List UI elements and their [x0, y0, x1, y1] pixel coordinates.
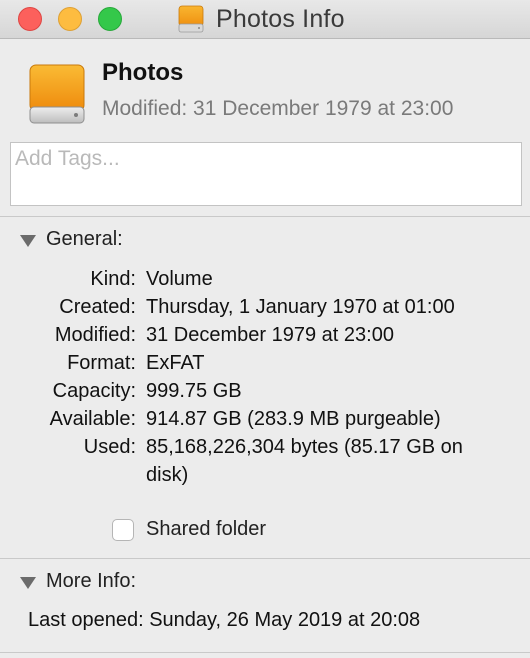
info-label: Kind: [90, 268, 136, 290]
divider [0, 216, 530, 217]
shared-folder-option[interactable]: Shared folder [112, 518, 266, 541]
orange-drive-icon [178, 5, 204, 33]
minimize-button[interactable] [58, 7, 82, 31]
more-info-heading: More Info: [46, 570, 137, 592]
info-value: 999.75 GB [146, 380, 242, 402]
disclosure-triangle-icon [20, 234, 36, 247]
info-row-used: Used: 85,168,226,304 bytes (85.17 GB on … [0, 433, 530, 489]
zoom-button[interactable] [98, 7, 122, 31]
orange-drive-icon [29, 64, 85, 124]
info-label: Created: [59, 296, 136, 318]
shared-folder-checkbox[interactable] [112, 518, 134, 541]
info-value: Thursday, 1 January 1970 at 01:00 [146, 296, 455, 318]
shared-folder-label: Shared folder [146, 518, 267, 540]
close-button[interactable] [18, 7, 42, 31]
item-name: Photos [102, 59, 184, 86]
general-heading: General: [46, 228, 123, 250]
general-info-table: Kind: Volume Created: Thursday, 1 Januar… [0, 265, 530, 489]
window-title-text: Photos Info [216, 4, 345, 33]
info-row-modified: Modified: 31 December 1979 at 23:00 [0, 321, 530, 349]
last-opened: Last opened: Sunday, 26 May 2019 at 20:0… [28, 609, 421, 631]
general-section-toggle[interactable]: General: [20, 228, 123, 251]
disclosure-triangle-icon [20, 576, 36, 589]
title-bar: Photos Info [0, 0, 530, 39]
info-value: ExFAT [146, 352, 205, 374]
window-title: Photos Info [178, 4, 345, 34]
info-label: Modified: [54, 324, 136, 346]
info-row-format: Format: ExFAT [0, 349, 530, 377]
info-label: Available: [49, 408, 136, 430]
divider [0, 558, 530, 559]
info-value: 914.87 GB (283.9 MB purgeable) [146, 408, 441, 430]
info-row-kind: Kind: Volume [0, 265, 530, 293]
info-label: Capacity: [52, 380, 136, 402]
info-row-available: Available: 914.87 GB (283.9 MB purgeable… [0, 405, 530, 433]
header-modified: Modified: 31 December 1979 at 23:00 [102, 97, 454, 120]
more-info-section-toggle[interactable]: More Info: [20, 570, 136, 593]
info-window: Photos Info Photos Modified: 31 December… [0, 0, 530, 658]
info-label: Used: [83, 436, 136, 458]
info-row-created: Created: Thursday, 1 January 1970 at 01:… [0, 293, 530, 321]
tags-input[interactable] [10, 142, 522, 206]
info-value: 31 December 1979 at 23:00 [146, 324, 394, 346]
info-value: 85,168,226,304 bytes (85.17 GB on disk) [146, 436, 463, 486]
info-label: Format: [67, 352, 136, 374]
info-row-capacity: Capacity: 999.75 GB [0, 377, 530, 405]
divider [0, 652, 530, 653]
info-value: Volume [146, 268, 213, 290]
info-header: Photos Modified: 31 December 1979 at 23:… [0, 39, 530, 209]
